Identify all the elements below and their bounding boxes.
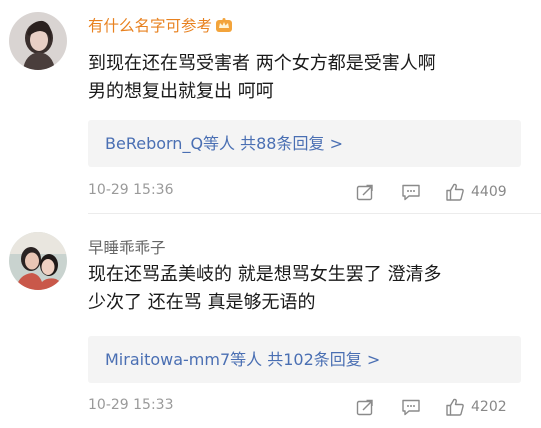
repost-icon bbox=[356, 184, 373, 201]
avatar[interactable] bbox=[9, 12, 67, 70]
comment-text: 到现在还在骂受害者 两个女方都是受害人啊 男的想复出就复出 呵呵 bbox=[88, 53, 436, 102]
comment-meta: 10-29 15:36 4409 bbox=[88, 180, 521, 204]
repost-button[interactable] bbox=[355, 395, 375, 419]
crown-badge-icon bbox=[215, 16, 233, 39]
like-count: 4202 bbox=[471, 399, 507, 415]
like-button[interactable]: 4202 bbox=[444, 395, 507, 419]
timestamp: 10-29 15:33 bbox=[88, 397, 174, 413]
username[interactable]: 早睡乖乖子 bbox=[88, 238, 166, 258]
replies-link[interactable]: Miraitowa-mm7等人 共102条回复 > bbox=[88, 336, 521, 383]
comment-button[interactable] bbox=[400, 395, 422, 419]
repost-icon bbox=[356, 399, 373, 416]
replies-link[interactable]: BeReborn_Q等人 共88条回复 > bbox=[88, 120, 521, 167]
avatar[interactable] bbox=[9, 232, 67, 290]
comment-text: 现在还骂孟美岐的 就是想骂女生罢了 澄清多 少次了 还在骂 真是够无语的 bbox=[88, 264, 442, 313]
comment-meta: 10-29 15:33 4202 bbox=[88, 395, 521, 419]
comment-button[interactable] bbox=[400, 180, 422, 204]
thumbs-up-icon bbox=[446, 183, 464, 201]
timestamp: 10-29 15:36 bbox=[88, 182, 174, 198]
like-button[interactable]: 4409 bbox=[444, 180, 507, 204]
comment-item: 早睡乖乖子 现在还骂孟美岐的 就是想骂女生罢了 澄清多 少次了 还在骂 真是够无… bbox=[0, 214, 541, 428]
comment-icon bbox=[402, 184, 420, 201]
comment-icon bbox=[402, 399, 420, 416]
comment-item: 有什么名字可参考 到现在还在骂受害者 两个女方都是受害人啊 男的想复出就复出 呵… bbox=[0, 0, 541, 214]
like-count: 4409 bbox=[471, 184, 507, 200]
thumbs-up-icon bbox=[446, 398, 464, 416]
repost-button[interactable] bbox=[355, 180, 375, 204]
username[interactable]: 有什么名字可参考 bbox=[88, 16, 233, 39]
